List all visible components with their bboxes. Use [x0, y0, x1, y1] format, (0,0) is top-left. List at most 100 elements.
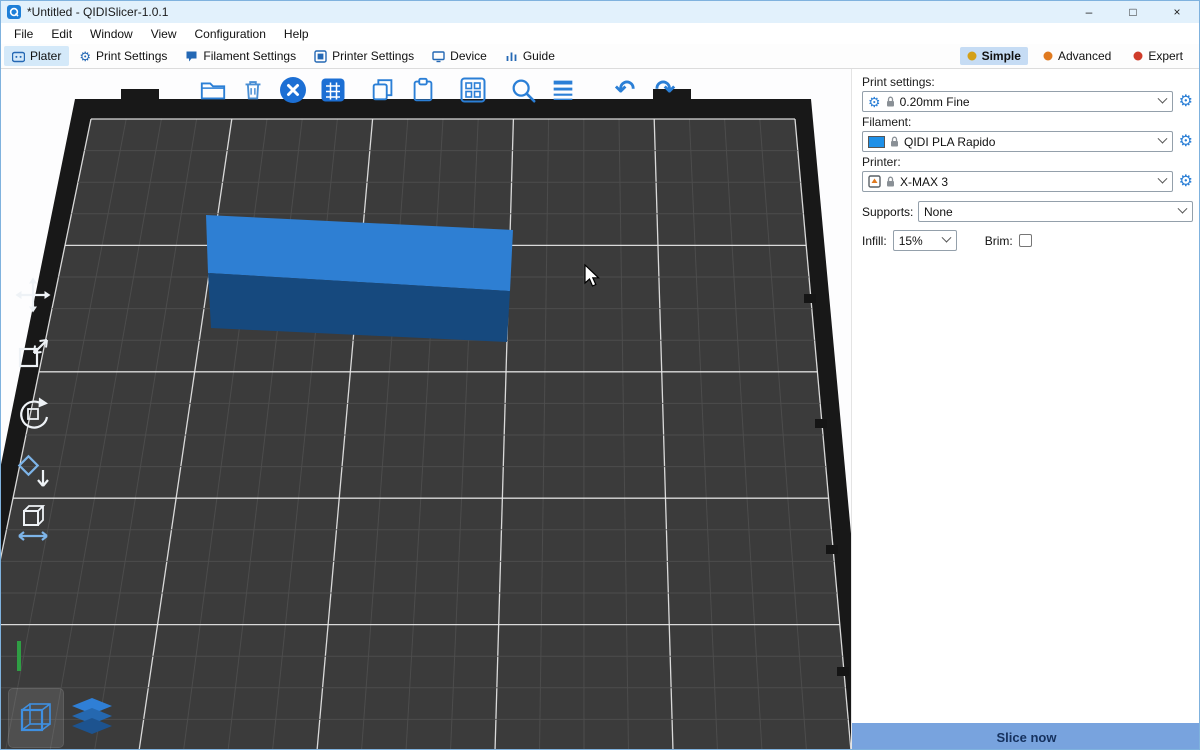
filament-color-swatch [868, 136, 885, 148]
advanced-mode-dot [1043, 51, 1053, 61]
lock-icon [890, 136, 899, 147]
settings-sidebar: Print settings: ⚙ 0.20mm Fine ⚙ Filament… [851, 69, 1200, 750]
app-logo-icon [7, 5, 21, 19]
menu-help[interactable]: Help [275, 25, 318, 43]
search-icon [509, 76, 537, 104]
qidislicer-window: *Untitled - QIDISlicer-1.0.1 – □ × File … [0, 0, 1200, 750]
printer-combo[interactable]: X-MAX 3 [862, 171, 1173, 192]
editor-view-button[interactable] [9, 689, 63, 747]
menu-edit[interactable]: Edit [42, 25, 81, 43]
place-on-face-tool-button[interactable] [11, 452, 55, 496]
expert-mode-dot [1133, 51, 1143, 61]
tab-bar: Plater ⚙ Print Settings Filament Setting… [1, 44, 1199, 69]
supports-label: Supports: [862, 205, 912, 219]
scale-tool-button[interactable] [11, 332, 55, 376]
arrange-button[interactable] [317, 74, 349, 106]
minimize-button[interactable]: – [1067, 1, 1111, 23]
printer-settings-icon [314, 50, 327, 63]
redo-icon: ↷ [655, 78, 675, 102]
3d-cube-icon [14, 696, 58, 740]
search-button[interactable] [507, 74, 539, 106]
print-settings-gear-button[interactable]: ⚙ [1179, 94, 1193, 110]
filament-gear-button[interactable]: ⚙ [1179, 134, 1193, 150]
infill-value: 15% [899, 234, 923, 248]
guide-icon [505, 50, 518, 63]
tab-label: Plater [30, 49, 61, 63]
chevron-down-icon [1157, 174, 1167, 184]
viewport-3d[interactable]: ↶ ↷ [1, 69, 851, 750]
print-settings-label: Print settings: [862, 75, 1193, 89]
mode-label: Expert [1148, 49, 1183, 63]
delete-button[interactable] [237, 74, 269, 106]
undo-icon: ↶ [615, 78, 635, 102]
simple-mode-dot [967, 51, 977, 61]
slice-now-button[interactable]: Slice now [852, 723, 1200, 750]
tab-plater[interactable]: Plater [4, 46, 69, 66]
lock-icon [886, 176, 895, 187]
mode-simple[interactable]: Simple [960, 47, 1028, 65]
menu-view[interactable]: View [142, 25, 186, 43]
brim-label: Brim: [985, 234, 1013, 248]
menu-window[interactable]: Window [81, 25, 142, 43]
close-button[interactable]: × [1155, 1, 1199, 23]
variable-layer-height-button[interactable] [547, 74, 579, 106]
mode-expert[interactable]: Expert [1126, 47, 1190, 65]
delete-all-button[interactable] [277, 74, 309, 106]
tab-printer-settings[interactable]: Printer Settings [306, 46, 422, 66]
title-bar: *Untitled - QIDISlicer-1.0.1 – □ × [1, 1, 1199, 23]
split-objects-button[interactable] [457, 74, 489, 106]
model-box[interactable] [206, 215, 513, 342]
tab-label: Print Settings [96, 49, 167, 63]
filament-value: QIDI PLA Rapido [904, 135, 995, 149]
chevron-down-icon [941, 233, 951, 243]
open-project-button[interactable] [197, 74, 229, 106]
print-settings-value: 0.20mm Fine [900, 95, 970, 109]
chevron-down-icon [1178, 204, 1188, 214]
menu-file[interactable]: File [5, 25, 42, 43]
filament-settings-icon [185, 50, 198, 63]
move-tool-button[interactable] [11, 273, 55, 317]
brim-checkbox[interactable] [1019, 234, 1032, 247]
printer-gear-button[interactable]: ⚙ [1179, 174, 1193, 190]
print-settings-icon: ⚙ [79, 50, 91, 63]
tab-label: Device [450, 49, 487, 63]
place-on-face-icon [13, 454, 53, 494]
redo-button[interactable]: ↷ [649, 74, 681, 106]
copy-button[interactable] [367, 74, 399, 106]
maximize-button[interactable]: □ [1111, 1, 1155, 23]
tab-filament-settings[interactable]: Filament Settings [177, 46, 304, 66]
tab-guide[interactable]: Guide [497, 46, 563, 66]
mode-advanced[interactable]: Advanced [1036, 47, 1118, 65]
rotate-tool-button[interactable] [11, 392, 55, 436]
menu-bar: File Edit Window View Configuration Help [1, 23, 1199, 44]
supports-combo[interactable]: None [918, 201, 1193, 222]
plate-clip [826, 545, 838, 554]
mode-label: Simple [982, 49, 1021, 63]
paste-button[interactable] [407, 74, 439, 106]
plate-clip [837, 667, 849, 676]
tab-device[interactable]: Device [424, 46, 495, 66]
print-settings-combo[interactable]: ⚙ 0.20mm Fine [862, 91, 1173, 112]
rotate-icon [13, 394, 53, 434]
measure-tool-button[interactable] [11, 501, 55, 545]
origin-axis-marker [17, 641, 21, 671]
supports-value: None [924, 205, 953, 219]
copy-icon [369, 76, 397, 104]
preview-layers-button[interactable] [65, 689, 119, 747]
plater-icon [12, 50, 25, 63]
plate-clip [804, 294, 816, 303]
menu-configuration[interactable]: Configuration [186, 25, 275, 43]
undo-button[interactable]: ↶ [609, 74, 641, 106]
measure-icon [13, 503, 53, 543]
plate-clip [815, 419, 827, 428]
trash-icon [239, 76, 267, 104]
delete-all-icon [278, 75, 308, 105]
viewport-toolbar: ↶ ↷ [197, 72, 681, 108]
scale-icon [13, 334, 53, 374]
tab-label: Printer Settings [332, 49, 414, 63]
filament-combo[interactable]: QIDI PLA Rapido [862, 131, 1173, 152]
infill-label: Infill: [862, 234, 887, 248]
layer-height-icon [549, 76, 577, 104]
tab-print-settings[interactable]: ⚙ Print Settings [71, 46, 175, 66]
infill-combo[interactable]: 15% [893, 230, 957, 251]
